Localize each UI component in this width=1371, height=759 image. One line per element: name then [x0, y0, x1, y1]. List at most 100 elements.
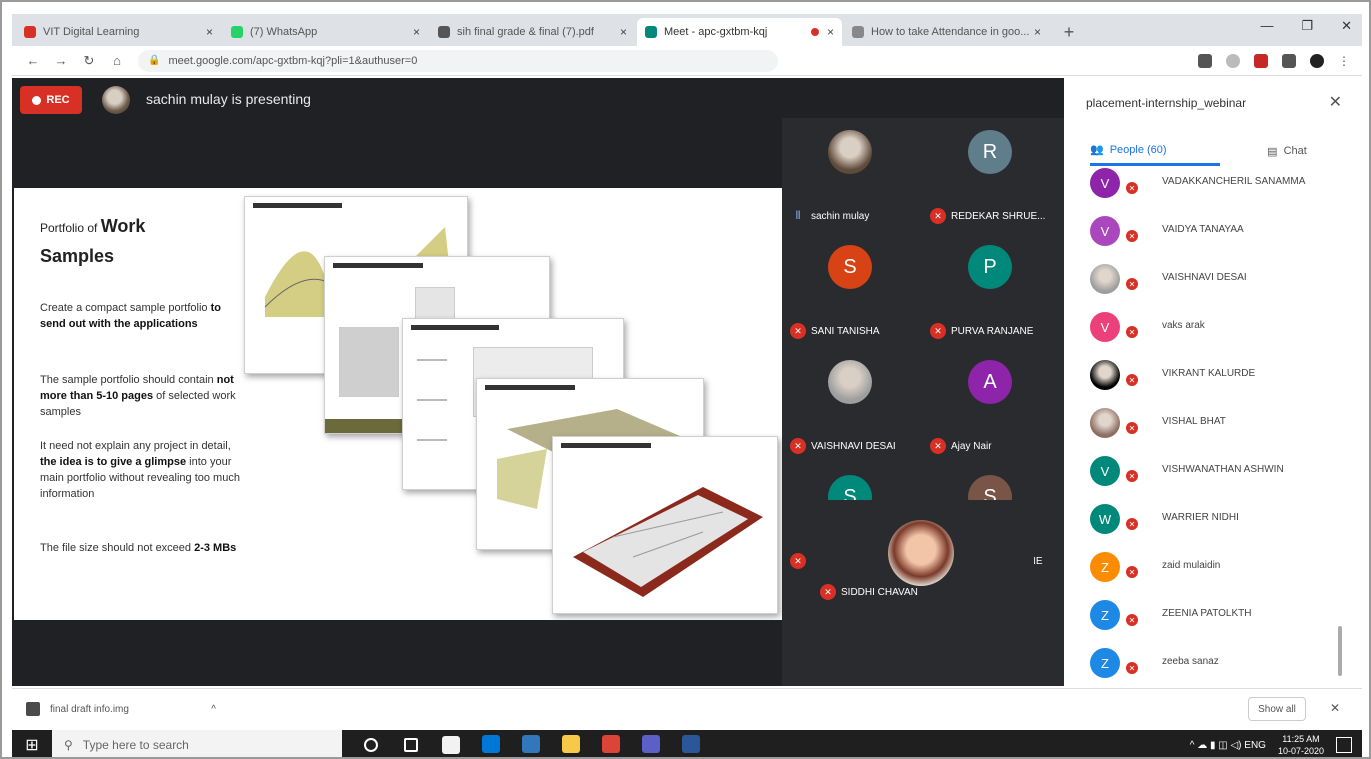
- presentation-slide: Portfolio of Work Samples Create a compa…: [14, 188, 782, 620]
- camera-icon[interactable]: [1198, 53, 1212, 68]
- extension-puzzle-icon[interactable]: [1282, 53, 1296, 68]
- lock-icon: 🔒: [148, 55, 161, 66]
- list-item[interactable]: V ✕ VISHWANATHAN ASHWIN: [1090, 452, 1340, 492]
- show-all-button[interactable]: Show all: [1248, 697, 1306, 721]
- list-item[interactable]: V ✕ vaks arak: [1090, 308, 1340, 348]
- file-icon: [26, 702, 40, 716]
- browser-tab[interactable]: sih final grade & final (7).pdf ×: [430, 18, 635, 46]
- mic-off-icon: ✕: [1124, 324, 1140, 340]
- list-item[interactable]: Z ✕ ZEENIA PATOLKTH: [1090, 596, 1340, 636]
- favicon-icon: [438, 26, 450, 38]
- tab-chat[interactable]: ▤ Chat: [1242, 136, 1332, 166]
- participant-tile[interactable]: S ✕ SANI TANISHA: [782, 233, 922, 345]
- address-bar[interactable]: 🔒 meet.google.com/apc-gxtbm-kqj?pli=1&au…: [138, 49, 778, 72]
- tab-list: VIT Digital Learning × (7) WhatsApp × sih fi…: [16, 18, 1051, 46]
- slide-paragraph: Create a compact sample portfolio to sen…: [40, 302, 221, 330]
- participant-name: SANI TANISHA: [811, 325, 880, 337]
- download-item[interactable]: final draft info.img ^: [26, 697, 216, 721]
- browser-tab[interactable]: (7) WhatsApp ×: [223, 18, 428, 46]
- people-scrollbar[interactable]: [1338, 626, 1342, 676]
- list-item[interactable]: V ✕ VADAKKANCHERIL SANAMMA: [1090, 164, 1340, 204]
- list-item[interactable]: ✕ VAISHNAVI DESAI: [1090, 260, 1340, 300]
- taskbar-app-teams[interactable]: [634, 730, 668, 757]
- download-bar: final draft info.img ^ Show all ✕: [12, 688, 1362, 728]
- task-view-icon: [404, 738, 418, 752]
- profile-avatar[interactable]: [1310, 53, 1324, 68]
- start-button[interactable]: ⊞: [12, 730, 52, 757]
- list-item[interactable]: ✕ VIKRANT KALURDE: [1090, 356, 1340, 396]
- participant-name: VAISHNAVI DESAI: [811, 440, 896, 452]
- list-item[interactable]: Z ✕ zaid mulaidin: [1090, 548, 1340, 588]
- participant-tile[interactable]: ⦀ sachin mulay: [782, 118, 922, 230]
- participant-tile[interactable]: P ✕ PURVA RANJANE: [922, 233, 1062, 345]
- taskbar-search[interactable]: ⚲ Type here to search: [52, 730, 342, 757]
- taskbar-app-chrome[interactable]: [594, 730, 628, 757]
- download-options-caret[interactable]: ^: [211, 704, 216, 715]
- tab-close-button[interactable]: ×: [413, 25, 420, 39]
- taskbar-app-task-view[interactable]: [394, 730, 428, 757]
- participant-tile[interactable]: ✕ VAISHNAVI DESAI: [782, 348, 922, 460]
- notification-icon[interactable]: [1336, 737, 1352, 753]
- people-list: V ✕ VADAKKANCHERIL SANAMMA V ✕ VAIDYA TANAYAA…: [1064, 164, 1362, 686]
- tab-close-button[interactable]: ×: [620, 25, 627, 39]
- extension-red-icon[interactable]: [1254, 53, 1268, 68]
- forward-button[interactable]: →: [50, 53, 72, 68]
- window-close-button[interactable]: ✕: [1341, 18, 1352, 34]
- chat-icon: ▤: [1267, 145, 1278, 158]
- person-name: VAIDYA TANAYAA: [1162, 224, 1244, 235]
- browser-tab[interactable]: Meet - apc-gxtbm-kqj ×: [637, 18, 842, 46]
- mic-off-icon: ✕: [1124, 276, 1140, 292]
- more-menu-icon[interactable]: ⋮: [1338, 54, 1352, 68]
- home-button[interactable]: ⌂: [106, 53, 128, 68]
- back-button[interactable]: ←: [22, 53, 44, 68]
- clock[interactable]: 11:25 AM 10-07-2020: [1278, 733, 1324, 757]
- star-icon[interactable]: [1226, 53, 1240, 68]
- edge-icon: [522, 735, 540, 753]
- taskbar-app-mail[interactable]: [474, 730, 508, 757]
- mic-off-icon: ✕: [1124, 372, 1140, 388]
- browser-tab[interactable]: VIT Digital Learning ×: [16, 18, 221, 46]
- browser-tab[interactable]: How to take Attendance in goo... ×: [844, 18, 1049, 46]
- taskbar-apps: [354, 730, 708, 757]
- reload-button[interactable]: ↻: [78, 53, 100, 69]
- avatar: V: [1090, 456, 1120, 486]
- taskbar-app-store[interactable]: [434, 730, 468, 757]
- taskbar-app-file-explorer[interactable]: [554, 730, 588, 757]
- taskbar-app-cortana[interactable]: [354, 730, 388, 757]
- new-tab-button[interactable]: +: [1057, 20, 1081, 44]
- mic-off-icon: ✕: [930, 438, 946, 454]
- url-text: meet.google.com/apc-gxtbm-kqj?pli=1&auth…: [168, 54, 418, 67]
- download-bar-close-button[interactable]: ✕: [1330, 701, 1340, 715]
- taskbar-app-word[interactable]: [674, 730, 708, 757]
- participant-name: sachin mulay: [811, 210, 870, 222]
- tab-close-button[interactable]: ×: [206, 25, 213, 39]
- avatar: Z: [1090, 552, 1120, 582]
- maximize-button[interactable]: ❐: [1301, 18, 1313, 34]
- system-tray: ^ ☁ ▮ ◫ ◁) ENG 11:25 AM 10-07-2020: [1190, 733, 1362, 757]
- tab-people[interactable]: 👥 People (60): [1090, 136, 1220, 166]
- list-item[interactable]: V ✕ VAIDYA TANAYAA: [1090, 212, 1340, 252]
- tray-icons[interactable]: ^ ☁ ▮ ◫ ◁) ENG: [1190, 740, 1266, 751]
- mic-off-icon: ✕: [820, 584, 836, 600]
- list-item[interactable]: ✕ VISHAL BHAT: [1090, 404, 1340, 444]
- favicon-icon: [231, 26, 243, 38]
- slide-paragraph: It need not explain any project in detai…: [40, 440, 240, 500]
- panel-close-button[interactable]: ✕: [1329, 92, 1342, 112]
- taskbar-app-edge[interactable]: [514, 730, 548, 757]
- mail-icon: [482, 735, 500, 753]
- tab-close-button[interactable]: ×: [827, 25, 834, 39]
- tab-title: Meet - apc-gxtbm-kqj: [664, 26, 768, 38]
- participant-avatar: [828, 130, 872, 174]
- mic-off-icon: ✕: [790, 438, 806, 454]
- list-item[interactable]: W ✕ WARRIER NIDHI: [1090, 500, 1340, 540]
- mic-off-icon: ✕: [930, 323, 946, 339]
- mic-off-icon: ✕: [1124, 468, 1140, 484]
- minimize-button[interactable]: —: [1260, 18, 1273, 34]
- list-item[interactable]: Z ✕ zeeba sanaz: [1090, 644, 1340, 684]
- tab-close-button[interactable]: ×: [1034, 25, 1041, 39]
- participant-tile[interactable]: R ✕ REDEKAR SHRUE...: [922, 118, 1062, 230]
- participant-tile[interactable]: A ✕ Ajay Nair: [922, 348, 1062, 460]
- person-name: WARRIER NIDHI: [1162, 512, 1239, 523]
- participant-name: PURVA RANJANE: [951, 325, 1034, 337]
- people-icon: 👥: [1090, 144, 1104, 156]
